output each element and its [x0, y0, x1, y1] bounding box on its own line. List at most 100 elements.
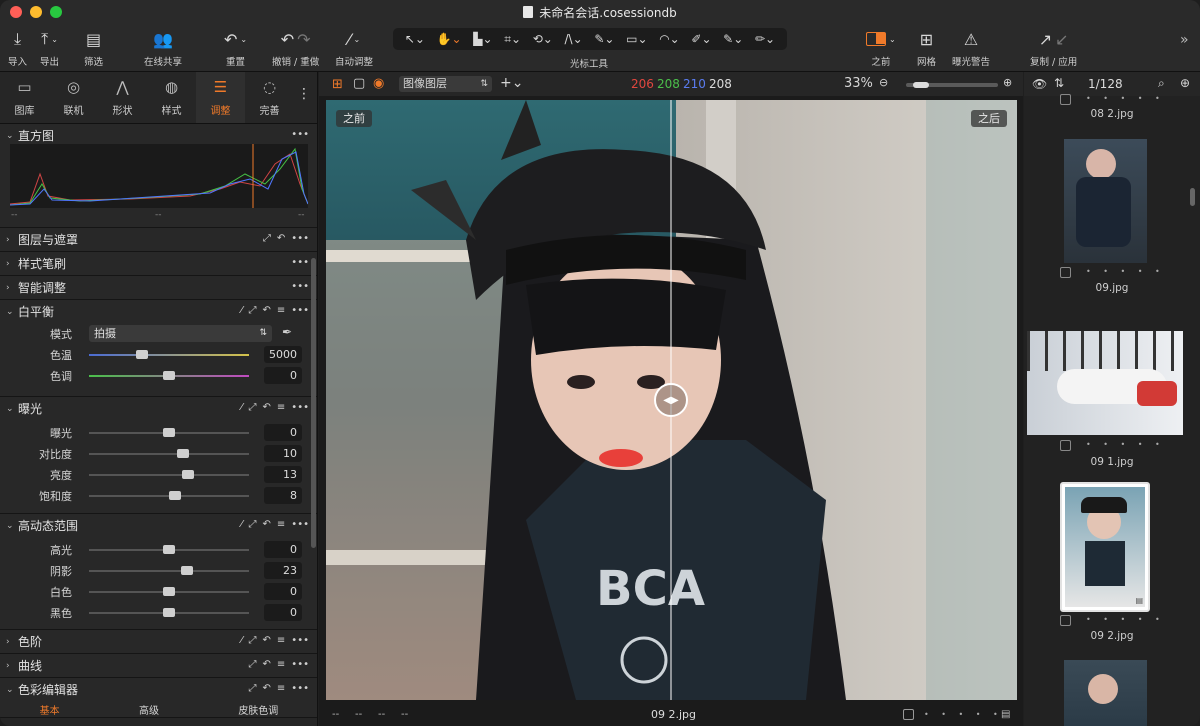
more-icon[interactable]: •••	[291, 683, 309, 694]
image-preview[interactable]: BCA ◀▶ 之前 之后	[326, 100, 1017, 700]
item-checkbox[interactable]	[1060, 615, 1071, 626]
heal-icon[interactable]: ✎⌄	[723, 32, 743, 46]
slider-knob[interactable]	[163, 428, 175, 437]
reset-button[interactable]: ↶ ⌄ 重置	[224, 24, 247, 72]
chevron-down-icon[interactable]: ⌄	[6, 685, 18, 695]
tab-folder[interactable]: ▭ 图库	[0, 72, 49, 123]
item-rating[interactable]: • • • • •	[1086, 94, 1165, 103]
item-checkbox[interactable]	[1060, 267, 1071, 278]
reset-icon[interactable]: ↶	[263, 683, 271, 694]
more-icon[interactable]: •••	[291, 659, 309, 670]
exposure-warning-button[interactable]: ⚠ 曝光警告	[952, 24, 990, 72]
more-icon[interactable]: •••	[291, 305, 309, 316]
add-layer-icon[interactable]: +⌄	[500, 75, 523, 91]
select-checkbox[interactable]	[903, 708, 914, 720]
thumbnail-09-1[interactable]	[1027, 331, 1183, 435]
curves-section[interactable]: › 曲线 ⤢ ↶ ≡ •••	[0, 654, 317, 678]
hdr-value-field[interactable]: 0	[264, 583, 302, 600]
picker-icon[interactable]: ✐⌄	[691, 32, 711, 46]
more-icon[interactable]: •••	[291, 635, 309, 646]
picker-icon[interactable]: ⁄	[241, 635, 243, 646]
export-button[interactable]: ⤒ ⌄ 导出	[40, 24, 59, 72]
expand-icon[interactable]: ⤢	[249, 519, 257, 530]
reset-icon[interactable]: ↶	[263, 635, 271, 646]
chevron-down-icon[interactable]: ⌄	[6, 404, 18, 414]
auto-adjust-button[interactable]: ⁄ ⌄ 自动调整	[335, 24, 373, 72]
expand-icon[interactable]: ⤢	[263, 233, 271, 244]
more-icon[interactable]: •••	[291, 519, 309, 530]
single-view-icon[interactable]: ▢	[353, 76, 365, 91]
more-vertical-icon[interactable]: ⋮	[297, 86, 311, 102]
before-button[interactable]: ⌄ 之前	[866, 24, 896, 72]
undo-redo-button[interactable]: ↶ ↷ 撤销 / 重做	[272, 24, 319, 72]
slider-knob[interactable]	[163, 545, 175, 554]
overflow-icon[interactable]: »	[1180, 32, 1189, 48]
tab-camera[interactable]: ◎ 联机	[49, 72, 98, 123]
exposure-value-field[interactable]: 10	[264, 445, 302, 462]
item-checkbox[interactable]	[1060, 440, 1071, 451]
copy-apply-button[interactable]: ↗ ↙ 复制 / 应用	[1030, 24, 1077, 72]
tab-advanced[interactable]: 高级	[139, 702, 159, 717]
temp-value-field[interactable]: 5000	[264, 346, 302, 363]
brush-icon[interactable]: ✎⌄	[594, 32, 614, 46]
filter-button[interactable]: ▤ 筛选	[84, 24, 103, 72]
split-handle[interactable]: ◀▶	[654, 383, 688, 417]
more-icon[interactable]: •••	[291, 402, 309, 413]
tab-refine[interactable]: ◌ 完善	[245, 72, 294, 123]
item-rating[interactable]: • • • • •	[1086, 267, 1165, 276]
slider-knob[interactable]	[163, 587, 175, 596]
expand-icon[interactable]: ⤢	[249, 635, 257, 646]
grid-button[interactable]: ⊞ 网格	[917, 24, 936, 72]
picker-icon[interactable]: ⁄	[241, 402, 243, 413]
slider-knob[interactable]	[169, 491, 182, 500]
layer-select[interactable]: 图像图层 ⇅	[399, 76, 492, 92]
picker-icon[interactable]: ⁄	[241, 519, 243, 530]
eyedropper-icon[interactable]: ✒	[282, 325, 292, 339]
hand-tool-icon[interactable]: ✋⌄	[437, 32, 462, 46]
tab-sliders[interactable]: ☰ 调整	[196, 72, 245, 123]
gradient-icon[interactable]: ◠⌄	[659, 32, 680, 46]
zoom-thumbnails-icon[interactable]: ⊕	[1180, 76, 1190, 90]
temp-slider[interactable]	[89, 350, 249, 359]
stamp-icon[interactable]: ▙⌄	[473, 32, 492, 46]
slider-knob[interactable]	[182, 470, 195, 479]
item-rating[interactable]: • • • • •	[1086, 615, 1165, 624]
tab-skin-tone[interactable]: 皮肤色调	[238, 702, 278, 717]
hdr-value-field[interactable]: 0	[264, 604, 302, 621]
zoom-window-button[interactable]	[50, 6, 62, 18]
thumbnail-09-2-selected[interactable]: ▤	[1060, 482, 1150, 612]
slider-knob[interactable]	[177, 449, 190, 458]
hdr-slider[interactable]	[89, 566, 249, 575]
eye-view-icon[interactable]: ◉	[373, 76, 384, 91]
more-icon[interactable]: •••	[291, 129, 309, 140]
reset-icon[interactable]: ↶	[263, 402, 271, 413]
select-cursor-icon[interactable]: ↖⌄	[405, 32, 425, 46]
rating-stars[interactable]: • • • • •	[924, 710, 1003, 719]
rotate-icon[interactable]: ⟲⌄	[533, 32, 553, 46]
panel-scrollbar[interactable]	[311, 258, 316, 548]
reset-icon[interactable]: ↶	[277, 233, 285, 244]
exposure-slider[interactable]	[89, 470, 249, 479]
exposure-value-field[interactable]: 8	[264, 487, 302, 504]
hdr-value-field[interactable]: 23	[264, 562, 302, 579]
chevron-down-icon[interactable]: ⌄	[6, 131, 18, 141]
exposure-value-field[interactable]: 0	[264, 424, 302, 441]
smart-adjust-section[interactable]: › 智能调整 •••	[0, 276, 317, 300]
slider-knob[interactable]	[163, 608, 175, 617]
multi-view-icon[interactable]: ⊞	[332, 77, 343, 92]
levels-section[interactable]: › 色阶 ⁄ ⤢ ↶ ≡ •••	[0, 630, 317, 654]
close-window-button[interactable]	[10, 6, 22, 18]
wb-mode-select[interactable]: 拍摄 ⇅	[89, 325, 272, 342]
minimize-window-button[interactable]	[30, 6, 42, 18]
hdr-value-field[interactable]: 0	[264, 541, 302, 558]
slider-knob[interactable]	[135, 350, 148, 359]
zoom-in-icon[interactable]: ⊕	[1003, 76, 1012, 89]
annotate-icon[interactable]: ✏⌄	[755, 32, 775, 46]
style-brush-section[interactable]: › 样式笔刷 •••	[0, 252, 317, 276]
zoom-out-icon[interactable]: ⊖	[879, 76, 888, 89]
exposure-slider[interactable]	[89, 449, 249, 458]
chevron-down-icon[interactable]: ⌄	[6, 521, 18, 531]
hdr-slider[interactable]	[89, 545, 249, 554]
tab-shape[interactable]: ⋀ 形状	[98, 72, 147, 123]
tint-value-field[interactable]: 0	[264, 367, 302, 384]
